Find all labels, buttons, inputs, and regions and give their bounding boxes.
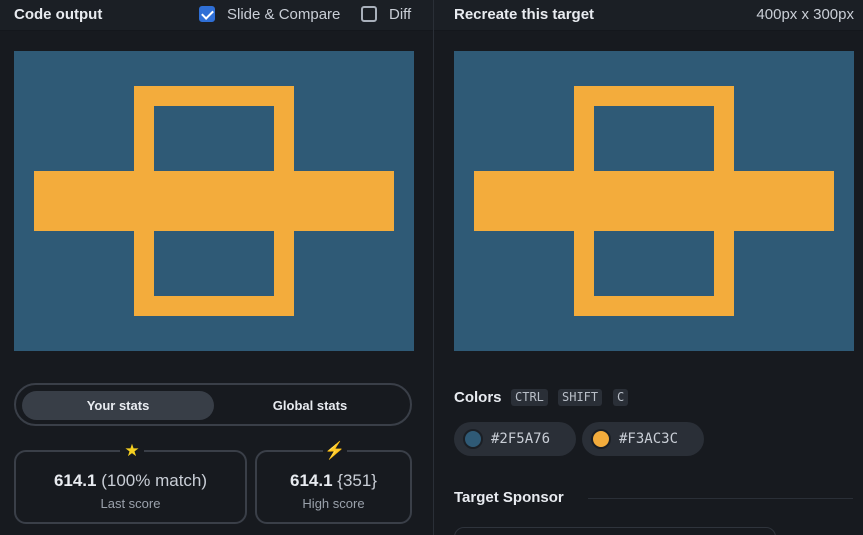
color-hex-background: #2F5A76 — [491, 431, 551, 447]
last-score-card: ★ 614.1 (100% match) Last score — [14, 440, 247, 524]
color-swatch-background[interactable]: #2F5A76 — [454, 422, 576, 456]
sponsor-box[interactable] — [454, 527, 776, 535]
slide-compare-label[interactable]: Slide & Compare — [227, 6, 340, 23]
diff-checkbox[interactable] — [361, 6, 377, 22]
star-icon: ★ — [120, 440, 144, 462]
high-score-number: 614.1 — [289, 471, 333, 490]
shape-horizontal-bar — [474, 171, 834, 231]
panel-divider — [433, 0, 434, 535]
high-score-label: High score — [302, 496, 365, 511]
slide-compare-checkbox[interactable] — [199, 6, 215, 22]
last-score-match: (100% match) — [101, 471, 208, 490]
shortcut-key-ctrl: CTRL — [511, 389, 548, 406]
target-title: Recreate this target — [454, 6, 595, 23]
tab-your-stats[interactable]: Your stats — [22, 391, 214, 420]
high-score-detail: {351} — [337, 471, 377, 490]
target-canvas — [454, 51, 854, 351]
code-output-canvas[interactable] — [14, 51, 414, 351]
last-score-value: 614.1 (100% match) — [16, 471, 245, 491]
shape-horizontal-bar — [34, 171, 394, 231]
diff-label[interactable]: Diff — [389, 6, 411, 23]
high-score-value: 614.1 {351} — [257, 471, 410, 491]
color-hex-shape: #F3AC3C — [619, 431, 679, 447]
colors-label: Colors — [454, 389, 502, 406]
last-score-number: 614.1 — [53, 471, 97, 490]
shortcut-key-c: C — [613, 389, 629, 406]
high-score-card: ⚡ 614.1 {351} High score — [255, 440, 412, 524]
sponsor-divider — [588, 498, 853, 499]
target-sponsor-label: Target Sponsor — [454, 489, 564, 506]
target-dimensions: 400px x 300px — [756, 6, 854, 23]
lightning-icon: ⚡ — [323, 440, 347, 462]
color-dot-shape — [591, 429, 611, 449]
stats-tabs: Your stats Global stats — [14, 383, 412, 426]
code-output-title: Code output — [14, 6, 103, 23]
color-swatch-shape[interactable]: #F3AC3C — [582, 422, 704, 456]
shortcut-key-shift: SHIFT — [558, 389, 603, 406]
color-dot-background — [463, 429, 483, 449]
tab-global-stats[interactable]: Global stats — [216, 391, 404, 420]
last-score-label: Last score — [100, 496, 161, 511]
